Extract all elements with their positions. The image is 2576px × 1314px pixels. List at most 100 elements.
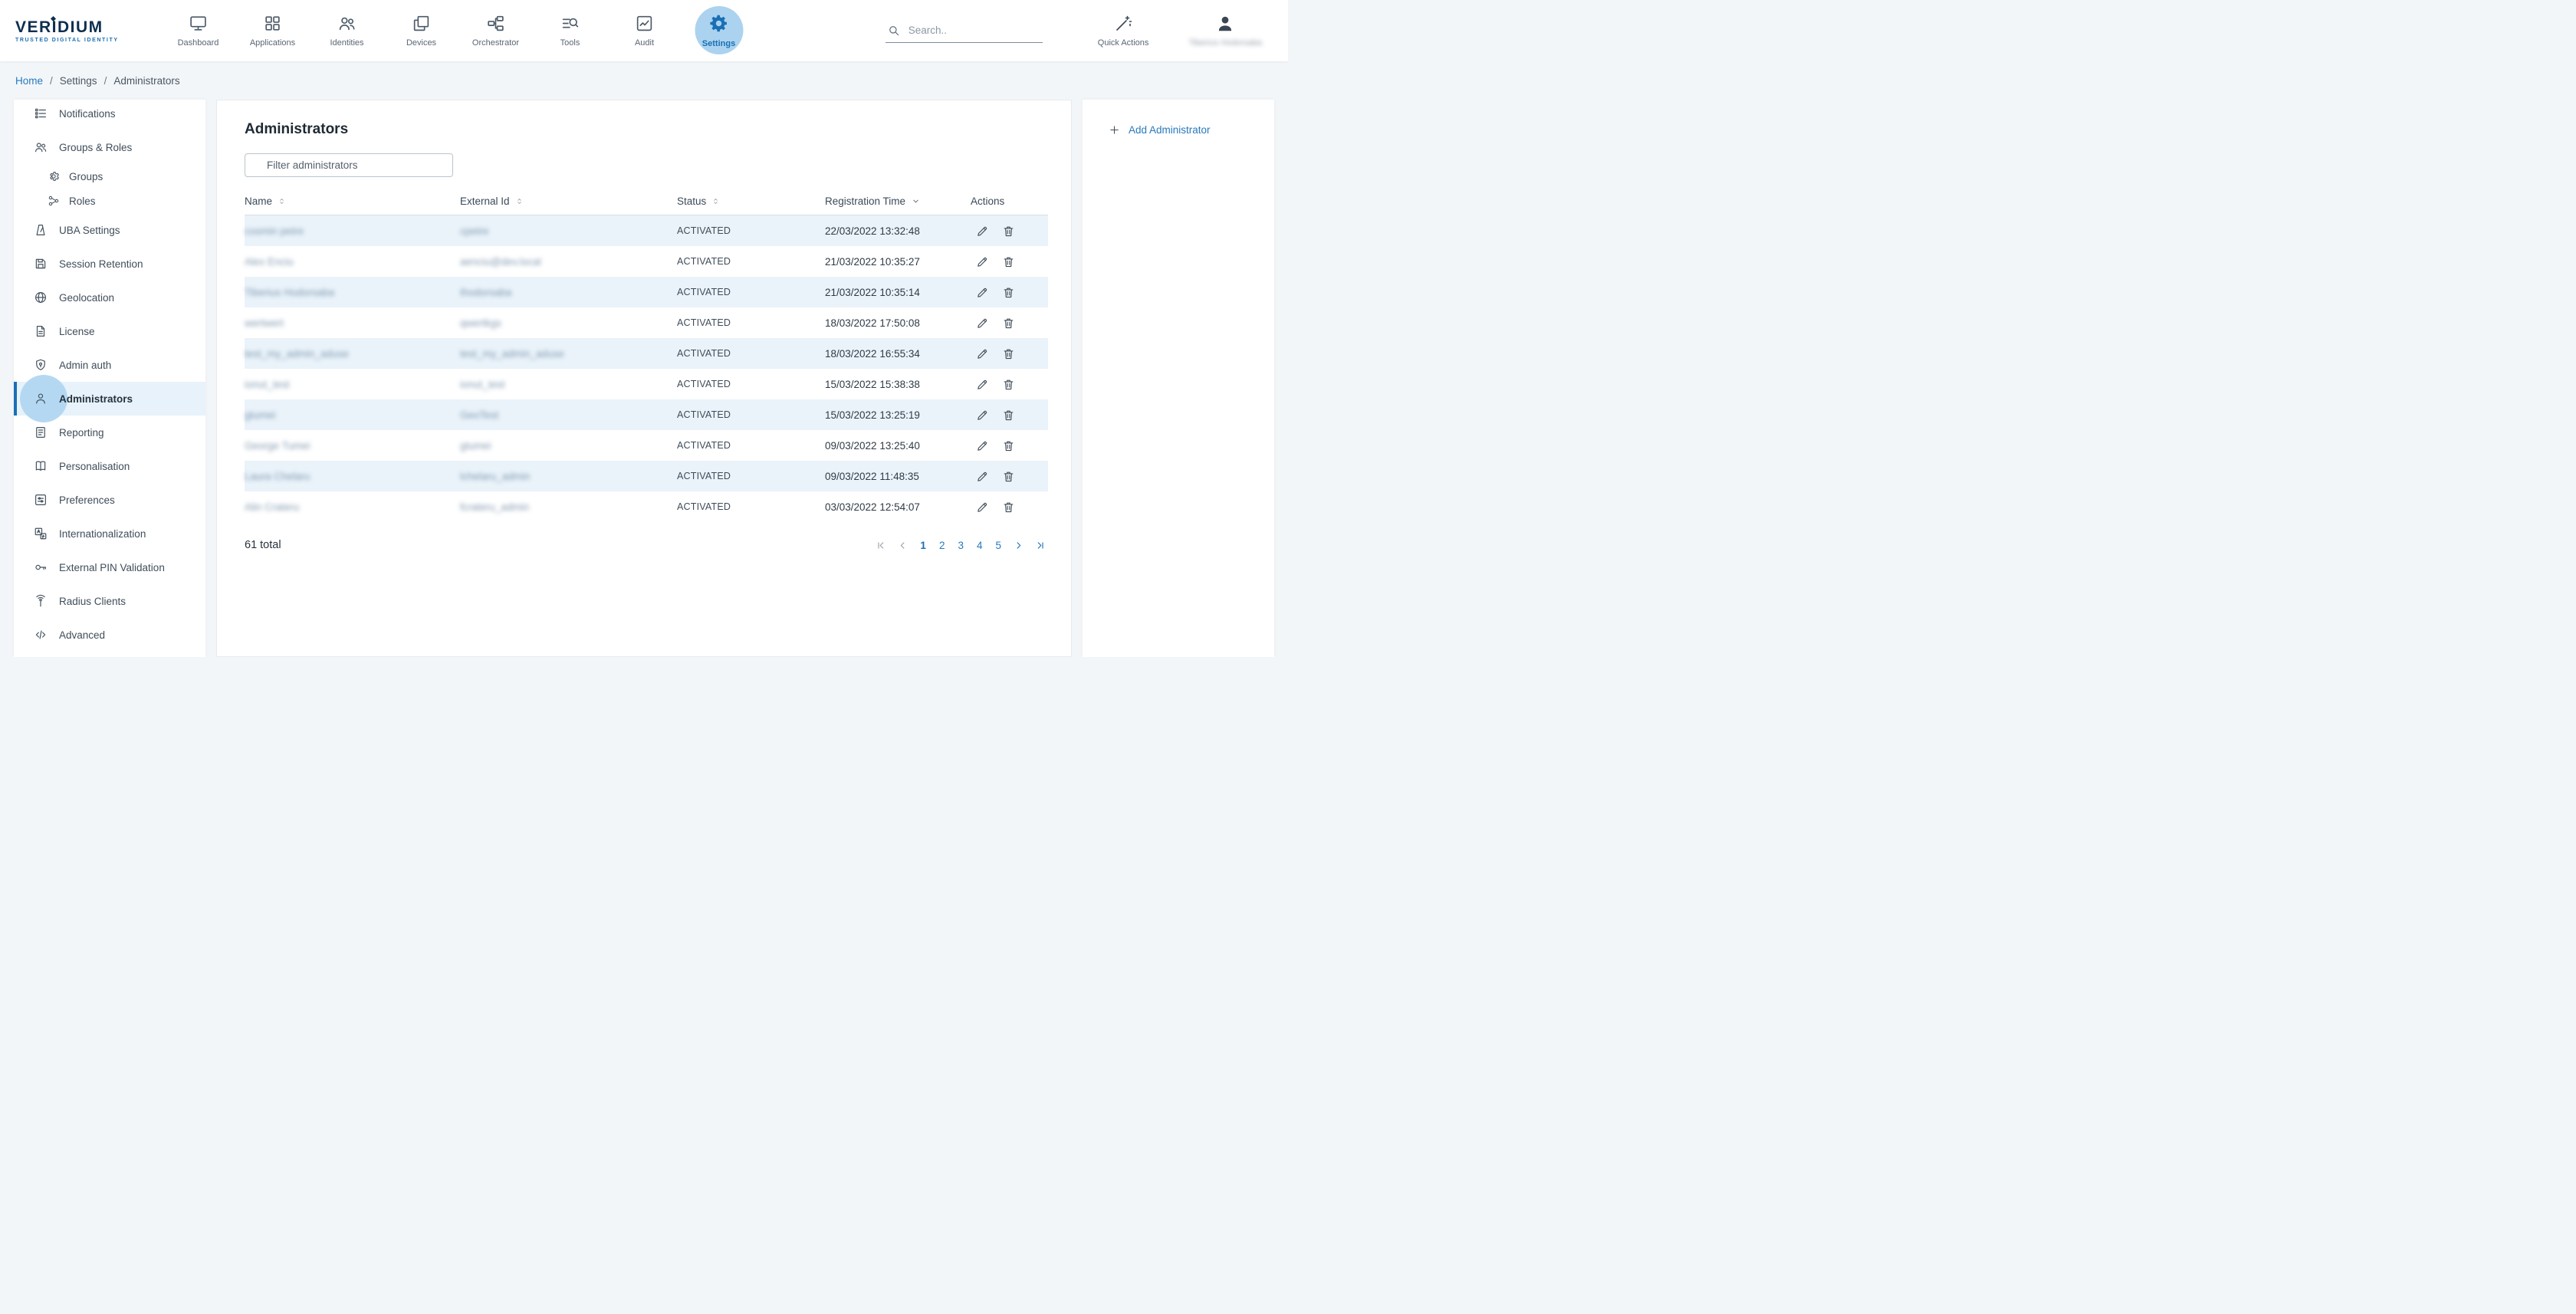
cell-status: ACTIVATED xyxy=(677,256,825,267)
sidebar-item-label: Groups & Roles xyxy=(59,142,132,153)
preferences-icon xyxy=(34,493,48,507)
sidebar-item-groups-roles[interactable]: Groups & Roles xyxy=(14,130,205,164)
delete-button[interactable] xyxy=(1002,470,1015,483)
table-footer: 61 total 12345 xyxy=(245,539,1048,551)
advanced-icon xyxy=(34,628,48,642)
delete-button[interactable] xyxy=(1002,409,1015,422)
sidebar-item-label: UBA Settings xyxy=(59,225,120,236)
page-number-1[interactable]: 1 xyxy=(919,540,927,551)
user-profile-button[interactable]: Tiberius Hodorsaba xyxy=(1188,14,1262,48)
page-next-button[interactable] xyxy=(1014,540,1024,550)
page-number-2[interactable]: 2 xyxy=(938,540,946,551)
page-number-5[interactable]: 5 xyxy=(994,540,1002,551)
table-row: Laura Chelarulchelaru_adminACTIVATED09/0… xyxy=(245,461,1048,491)
nav-item-tools[interactable]: Tools xyxy=(533,0,607,61)
sidebar-item-roles[interactable]: Roles xyxy=(14,189,205,213)
cell-registration-time: 15/03/2022 15:38:38 xyxy=(825,379,971,390)
pagination: 123 45 xyxy=(876,540,1048,551)
edit-button[interactable] xyxy=(976,439,989,452)
trash-icon xyxy=(1002,470,1015,483)
sidebar-item-uba-settings[interactable]: UBA Settings xyxy=(14,213,205,247)
trash-icon xyxy=(1002,439,1015,452)
nav-item-applications[interactable]: Applications xyxy=(235,0,310,61)
sidebar-item-external-pin-validation[interactable]: External PIN Validation xyxy=(14,550,205,584)
edit-button[interactable] xyxy=(976,378,989,391)
page-number-4[interactable]: 4 xyxy=(976,540,984,551)
delete-button[interactable] xyxy=(1002,347,1015,360)
nav-item-orchestrator[interactable]: Orchestrator xyxy=(458,0,533,61)
sidebar-item-preferences[interactable]: Preferences xyxy=(14,483,205,517)
sidebar-item-label: Preferences xyxy=(59,494,115,506)
applications-icon xyxy=(263,14,282,33)
sidebar-item-session-retention[interactable]: Session Retention xyxy=(14,247,205,281)
sidebar-item-internationalization[interactable]: Internationalization xyxy=(14,517,205,550)
cell-status: ACTIVATED xyxy=(677,348,825,359)
trash-icon xyxy=(1002,286,1015,299)
page-number-3[interactable]: 3 xyxy=(957,540,964,551)
column-header-label: Registration Time xyxy=(825,195,905,207)
sidebar-item-personalisation[interactable]: Personalisation xyxy=(14,449,205,483)
column-header-label: Actions xyxy=(971,195,1004,207)
add-administrator-button[interactable]: Add Administrator xyxy=(1109,124,1274,136)
nav-item-audit[interactable]: Audit xyxy=(607,0,682,61)
table-row: cosmin petrecpetreACTIVATED22/03/2022 13… xyxy=(245,215,1048,246)
delete-button[interactable] xyxy=(1002,439,1015,452)
page-prev-button[interactable] xyxy=(898,540,908,550)
delete-button[interactable] xyxy=(1002,225,1015,238)
trash-icon xyxy=(1002,255,1015,268)
cell-external-id: GeoTest xyxy=(460,409,677,421)
sidebar-item-license[interactable]: License xyxy=(14,314,205,348)
cell-name: test_my_admin_aduse xyxy=(245,348,460,360)
cell-status: ACTIVATED xyxy=(677,379,825,389)
cell-status: ACTIVATED xyxy=(677,317,825,328)
magic-wand-icon xyxy=(1114,15,1132,33)
delete-button[interactable] xyxy=(1002,255,1015,268)
sidebar-item-label: Session Retention xyxy=(59,258,143,270)
edit-button[interactable] xyxy=(976,347,989,360)
sidebar-item-geolocation[interactable]: Geolocation xyxy=(14,281,205,314)
cell-actions xyxy=(971,347,1048,360)
nav-item-devices[interactable]: Devices xyxy=(384,0,458,61)
edit-button[interactable] xyxy=(976,470,989,483)
column-header-name[interactable]: Name xyxy=(245,195,460,207)
delete-button[interactable] xyxy=(1002,378,1015,391)
column-header-registration_time[interactable]: Registration Time xyxy=(825,195,971,207)
edit-button[interactable] xyxy=(976,409,989,422)
breadcrumb-home[interactable]: Home xyxy=(15,75,43,87)
cell-status: ACTIVATED xyxy=(677,287,825,297)
sidebar-item-label: External PIN Validation xyxy=(59,562,165,573)
nav-item-dashboard[interactable]: Dashboard xyxy=(161,0,235,61)
column-header-status[interactable]: Status xyxy=(677,195,825,207)
sidebar-item-groups[interactable]: Groups xyxy=(14,164,205,189)
edit-button[interactable] xyxy=(976,501,989,514)
nav-item-settings[interactable]: Settings xyxy=(682,0,756,61)
delete-button[interactable] xyxy=(1002,286,1015,299)
edit-button[interactable] xyxy=(976,225,989,238)
delete-button[interactable] xyxy=(1002,501,1015,514)
edit-button[interactable] xyxy=(976,317,989,330)
sort-both-icon xyxy=(711,195,720,207)
edit-button[interactable] xyxy=(976,255,989,268)
search-input[interactable] xyxy=(909,25,1031,36)
column-header-external_id[interactable]: External Id xyxy=(460,195,677,207)
quick-actions-button[interactable]: Quick Actions xyxy=(1098,15,1149,48)
sidebar-item-advanced[interactable]: Advanced xyxy=(14,618,205,652)
sidebar-item-reporting[interactable]: Reporting xyxy=(14,416,205,449)
page-first-button[interactable] xyxy=(876,540,886,550)
edit-button[interactable] xyxy=(976,286,989,299)
nav-item-identities[interactable]: Identities xyxy=(310,0,384,61)
global-search xyxy=(886,19,1043,43)
veridium-logo[interactable]: VERIDIUM TRUSTED DIGITAL IDENTITY xyxy=(15,19,138,43)
breadcrumb-settings[interactable]: Settings xyxy=(60,75,97,87)
sidebar-item-notifications[interactable]: Notifications xyxy=(14,100,205,130)
page-last-button[interactable] xyxy=(1035,540,1045,550)
cell-status: ACTIVATED xyxy=(677,501,825,512)
cell-status: ACTIVATED xyxy=(677,225,825,236)
delete-button[interactable] xyxy=(1002,317,1015,330)
sidebar-item-radius-clients[interactable]: Radius Clients xyxy=(14,584,205,618)
sidebar-item-label: License xyxy=(59,326,95,337)
settings-icon xyxy=(708,13,729,34)
filter-administrators-input[interactable] xyxy=(245,153,453,177)
radius-clients-icon xyxy=(34,594,48,608)
sidebar-item-administrators[interactable]: Administrators xyxy=(14,382,205,416)
